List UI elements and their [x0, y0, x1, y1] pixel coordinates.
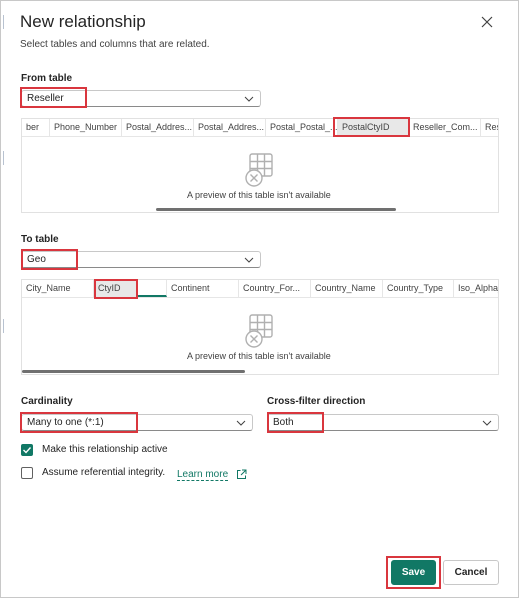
cardinality-select[interactable]: Many to one (*:1)	[21, 414, 253, 431]
edge-marker	[3, 15, 4, 29]
column-header[interactable]: Reseller_Com...	[409, 119, 481, 136]
save-button[interactable]: Save	[391, 560, 436, 585]
from-table-header: ber Phone_Number Postal_Addres... Postal…	[22, 119, 498, 137]
referential-integrity-label: Assume referential integrity.	[42, 467, 166, 478]
table-preview-icon	[245, 314, 273, 348]
column-header[interactable]: Res	[481, 119, 498, 136]
cross-filter-value: Both	[273, 417, 294, 428]
column-header[interactable]: Country_Name	[311, 280, 383, 297]
dialog-subtitle: Select tables and columns that are relat…	[20, 39, 210, 50]
column-header[interactable]: Continent	[167, 280, 239, 297]
column-header[interactable]: Postal_Postal_...	[266, 119, 338, 136]
active-relationship-label: Make this relationship active	[42, 444, 168, 455]
column-resize-indicator[interactable]	[138, 280, 167, 297]
to-table-preview: City_Name CtyID Continent Country_For...…	[21, 279, 499, 375]
cross-filter-select[interactable]: Both	[267, 414, 499, 431]
column-header[interactable]: Postal_Addres...	[194, 119, 266, 136]
cancel-button[interactable]: Cancel	[443, 560, 499, 585]
cardinality-value: Many to one (*:1)	[27, 417, 104, 428]
to-table-label: To table	[21, 234, 59, 245]
cross-filter-label: Cross-filter direction	[267, 396, 366, 407]
chevron-down-icon	[244, 257, 254, 263]
column-header[interactable]: City_Name	[22, 280, 94, 297]
table-preview-icon	[245, 153, 273, 187]
preview-unavailable-text: A preview of this table isn't available	[187, 351, 331, 361]
column-header-selected[interactable]: PostalCtyID	[338, 119, 409, 136]
horizontal-scrollbar[interactable]	[22, 370, 245, 373]
external-link-icon[interactable]	[236, 469, 247, 480]
column-header[interactable]: Postal_Addres...	[122, 119, 194, 136]
chevron-down-icon	[244, 96, 254, 102]
to-table-header: City_Name CtyID Continent Country_For...…	[22, 280, 498, 298]
from-table-select[interactable]: Reseller	[21, 90, 261, 107]
edge-marker	[3, 319, 4, 333]
from-table-preview: ber Phone_Number Postal_Addres... Postal…	[21, 118, 499, 213]
from-table-value: Reseller	[27, 93, 64, 104]
chevron-down-icon	[236, 420, 246, 426]
close-icon[interactable]	[478, 13, 496, 31]
dialog-title: New relationship	[20, 12, 146, 31]
learn-more-link[interactable]: Learn more	[177, 469, 229, 481]
from-table-label: From table	[21, 73, 73, 84]
to-table-select[interactable]: Geo	[21, 251, 261, 268]
column-header[interactable]: ber	[22, 119, 50, 136]
checkmark-icon	[23, 447, 32, 454]
active-relationship-checkbox[interactable]	[21, 444, 33, 456]
column-header[interactable]: Phone_Number	[50, 119, 122, 136]
column-header-selected[interactable]: CtyID	[94, 280, 138, 297]
edge-marker	[3, 151, 4, 165]
chevron-down-icon	[482, 420, 492, 426]
column-header[interactable]: Country_For...	[239, 280, 311, 297]
to-table-value: Geo	[27, 254, 46, 265]
column-header[interactable]: Country_Type	[383, 280, 454, 297]
cardinality-label: Cardinality	[21, 396, 73, 407]
referential-integrity-checkbox[interactable]	[21, 467, 33, 479]
preview-unavailable-text: A preview of this table isn't available	[187, 190, 331, 200]
horizontal-scrollbar[interactable]	[156, 208, 396, 211]
column-header[interactable]: Iso_Alpha_	[454, 280, 498, 297]
